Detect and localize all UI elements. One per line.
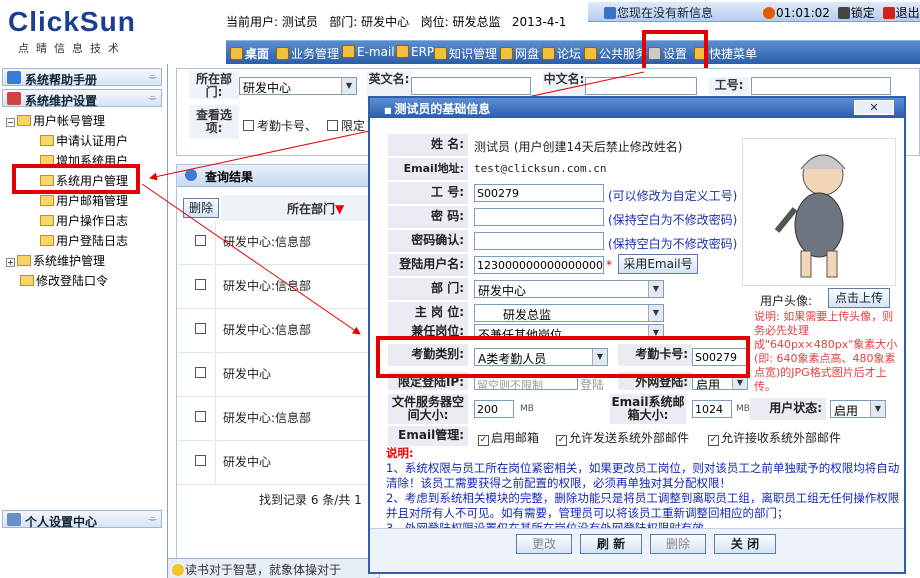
dept-label: 部 门: — [388, 278, 468, 300]
password-confirm-label: 密码确认: — [388, 230, 468, 252]
avatar-hint: 说明: 如果需要上传头像，则务必先处理成"640px×480px"象素大小(即:… — [754, 310, 898, 393]
dept-select[interactable]: 研发中心 — [474, 280, 664, 298]
id-hint: (可以修改为自定义工号) — [608, 189, 738, 203]
highlight-attendance — [376, 336, 750, 378]
position-label: 主 岗 位: — [388, 302, 468, 324]
change-button[interactable]: 更改 — [516, 534, 572, 554]
email-label: Email地址: — [388, 158, 468, 180]
mailbox-size-input[interactable]: 1024 — [692, 400, 732, 418]
notes-block: 说明: 1、系统权限与员工所在岗位紧密相关，如果更改员工岗位，则对该员工之前单独… — [386, 446, 906, 536]
file-space-label: 文件服务器空间大小: — [388, 394, 468, 424]
password-input[interactable] — [474, 208, 604, 226]
notes-title: 说明: — [386, 446, 414, 460]
name-label: 姓 名: — [388, 134, 468, 156]
file-space-input[interactable]: 200 — [474, 400, 514, 418]
avatar-image — [774, 154, 846, 278]
checkbox-checked[interactable]: ✓ — [708, 435, 719, 446]
refresh-button[interactable]: 刷 新 — [580, 534, 642, 554]
email-mgmt-label: Email管理: — [388, 426, 468, 446]
dialog-close-button[interactable]: ✕ — [854, 100, 894, 115]
ip-limit-suffix: 登陆 — [580, 378, 605, 392]
file-space-unit: MB — [520, 404, 534, 414]
mailbox-size-label: Email系统邮箱大小: — [610, 394, 686, 424]
use-email-button[interactable]: 采用Email号 — [618, 254, 698, 274]
delete-user-button[interactable]: 删除 — [650, 534, 706, 554]
name-value: 测试员 (用户创建14天后禁止修改姓名) — [474, 140, 683, 154]
login-name-label: 登陆用户名: — [388, 254, 468, 276]
avatar-photo — [742, 138, 896, 286]
allow-external-receive[interactable]: ✓ 允许接收系统外部邮件 — [708, 429, 841, 446]
position-select[interactable]: 研发总监 — [474, 304, 664, 322]
password-confirm-input[interactable] — [474, 232, 604, 250]
required-mark: * — [606, 258, 612, 272]
id-label: 工 号: — [388, 182, 468, 204]
user-state-select[interactable]: 启用 — [830, 400, 886, 418]
user-info-dialog: ■ 测试员的基础信息 ✕ 姓 名: 测试员 (用户创建14天后禁止修改姓名) E… — [368, 96, 906, 574]
allow-external-send[interactable]: ✓ 允许发送系统外部邮件 — [556, 429, 689, 446]
close-button[interactable]: 关 闭 — [714, 534, 776, 554]
mailbox-size-unit: MB — [736, 404, 750, 414]
password-confirm-hint: (保持空白为不修改密码) — [608, 237, 738, 251]
password-hint: (保持空白为不修改密码) — [608, 213, 738, 227]
checkbox-checked[interactable]: ✓ — [556, 435, 567, 446]
password-label: 密 码: — [388, 206, 468, 228]
id-input[interactable]: S00279 — [474, 184, 604, 202]
user-state-label: 用户状态: — [750, 398, 826, 420]
note-item: 2、考虑到系统相关模块的完整，删除功能只是将员工调整到离职员工组，离职员工组无任… — [386, 491, 900, 520]
checkbox-checked[interactable]: ✓ — [478, 435, 489, 446]
avatar-label: 用户头像: — [760, 294, 813, 308]
note-item: 1、系统权限与员工所在岗位紧密相关，如果更改员工岗位，则对该员工之前单独赋予的权… — [386, 461, 900, 490]
email-value: test@clicksun.com.cn — [474, 162, 607, 175]
login-name-input[interactable]: 123000000000000000 — [474, 256, 604, 274]
enable-mailbox[interactable]: ✓ 启用邮箱 — [478, 429, 539, 446]
upload-avatar-button[interactable]: 点击上传 — [828, 288, 890, 308]
dialog-title: ■ 测试员的基础信息 — [370, 98, 904, 118]
